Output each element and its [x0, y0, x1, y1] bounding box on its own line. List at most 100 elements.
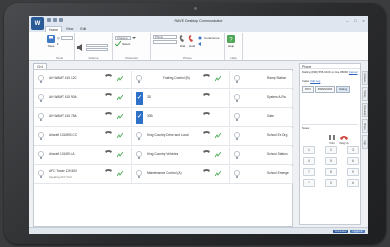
key-4[interactable]: 4	[303, 157, 315, 165]
green-signal-icon[interactable]	[117, 133, 123, 139]
speaker-icon[interactable]	[77, 43, 84, 51]
handset-icon[interactable]	[105, 93, 112, 99]
key-2[interactable]: 2	[325, 146, 337, 154]
tab-view[interactable]: View	[63, 26, 76, 32]
minimize-icon[interactable]: –	[345, 18, 350, 23]
channel-cell[interactable]: Gate	[231, 109, 293, 126]
handset-icon[interactable]	[105, 150, 112, 156]
ribbon: Save ◎ ▾ Tools Volume Channel Select Cha…	[29, 32, 368, 61]
handset-icon[interactable]	[203, 74, 210, 80]
lightbulb-icon	[38, 113, 44, 121]
maximize-icon[interactable]: □	[353, 18, 358, 23]
transfer-button[interactable]	[198, 41, 220, 46]
key-0[interactable]: 0	[325, 179, 337, 187]
filter-icon[interactable]: ▾	[57, 42, 59, 46]
search-icon[interactable]: ◎	[57, 36, 60, 40]
side-tab[interactable]: Help	[362, 135, 368, 149]
save-button[interactable]: Save	[47, 35, 55, 48]
tab-home[interactable]: Home	[45, 26, 63, 32]
channel-cell[interactable]: King Country Vehicles	[133, 147, 230, 164]
line-select[interactable]	[153, 40, 177, 44]
channel-cell[interactable]: Fueling Control (B)	[133, 71, 230, 88]
channel-cell[interactable]: King Country Drive and Local	[133, 128, 230, 145]
help-icon: ?	[227, 35, 235, 43]
key-3[interactable]: 3	[347, 146, 359, 154]
dial-button[interactable]: Dial	[179, 35, 186, 48]
cancel-link[interactable]: Cancel	[349, 70, 358, 74]
green-signal-icon[interactable]	[117, 76, 123, 82]
balance-slider[interactable]	[86, 47, 108, 51]
dialing-button[interactable]: Dialing	[336, 86, 351, 93]
green-check-icon[interactable]	[115, 41, 121, 46]
search-input[interactable]	[60, 35, 73, 40]
app-menu-button[interactable]: W	[31, 17, 44, 30]
hold-button[interactable]: Hold	[188, 35, 196, 48]
green-signal-icon[interactable]	[215, 76, 221, 82]
channel-cell[interactable]: Ramp Station	[231, 71, 293, 88]
key-6[interactable]: 6	[347, 157, 359, 165]
channel-grid: AH WAMT 415 12C Fueling Control (B) Ramp…	[33, 69, 294, 227]
channel-cell[interactable]: School Station	[231, 147, 293, 164]
handset-icon[interactable]	[105, 112, 112, 118]
check-icon[interactable]: ✓	[136, 92, 143, 105]
tab-edit[interactable]: Edit	[77, 26, 89, 32]
key-5[interactable]: 5	[325, 157, 337, 165]
call-log-link[interactable]: Call Log	[310, 79, 320, 83]
green-signal-icon[interactable]	[117, 95, 123, 101]
phone-number-input[interactable]: Phone	[153, 35, 177, 39]
handset-icon[interactable]	[203, 131, 210, 137]
key-hash[interactable]: #	[347, 179, 359, 187]
side-tab[interactable]: History	[362, 87, 368, 101]
hold-call-button[interactable]: Hold	[328, 134, 336, 145]
channel-cell[interactable]: AH WAMT 415 90A	[35, 90, 132, 107]
channel-cell[interactable]: Aircraft 131/893 CC	[35, 128, 132, 145]
green-signal-icon[interactable]	[117, 114, 123, 120]
channel-cell-selected[interactable]: ✓ 3D	[133, 90, 230, 107]
key-star[interactable]: *	[303, 179, 315, 187]
lightbulb-icon	[38, 75, 44, 83]
key-9[interactable]: 9	[347, 168, 359, 176]
handset-icon[interactable]	[203, 150, 210, 156]
check-icon[interactable]: ✓	[136, 111, 143, 124]
side-tab[interactable]: Phone	[362, 119, 368, 133]
side-tab[interactable]: Voicemail	[362, 103, 368, 117]
channel-select[interactable]: Channel	[115, 35, 131, 40]
green-signal-icon[interactable]	[215, 152, 221, 158]
channel-cell[interactable]: AH WAMT 415 12C	[35, 71, 132, 88]
handset-icon[interactable]	[105, 74, 112, 80]
channel-cell-selected[interactable]: ✓ 30B	[133, 109, 230, 126]
channel-cell[interactable]: System A-Ra	[231, 90, 293, 107]
hangup-button[interactable]: Hang Up	[339, 134, 349, 145]
key-1[interactable]: 1	[303, 146, 315, 154]
side-tabs: Contacts History Voicemail Phone Help	[362, 71, 368, 151]
channel-cell[interactable]: Aircraft 131/89 LA	[35, 147, 132, 164]
help-button[interactable]: ? Help	[227, 35, 235, 48]
line-button[interactable]: 6572	[302, 86, 314, 93]
conference-button[interactable]: Conference	[198, 35, 220, 40]
green-signal-icon[interactable]	[215, 133, 221, 139]
handset-icon[interactable]	[105, 169, 112, 175]
table-row: Aircraft 131/89 LA King Country Vehicles…	[34, 146, 294, 165]
select-button[interactable]: Select	[122, 42, 130, 46]
channel-cell[interactable]: School Ex Drg	[231, 128, 293, 145]
side-tab[interactable]: Contacts	[362, 71, 368, 85]
volume-slider[interactable]	[86, 43, 108, 47]
key-8[interactable]: 8	[325, 168, 337, 176]
green-signal-icon[interactable]	[117, 171, 123, 177]
line-button[interactable]: 6596623300	[314, 86, 336, 93]
handset-icon[interactable]	[203, 93, 210, 99]
handset-icon[interactable]	[203, 112, 210, 118]
channel-cell[interactable]: AH WAMT 415 78A	[35, 109, 132, 126]
key-7[interactable]: 7	[303, 168, 315, 176]
channel-cell[interactable]: Maintenance Control (A)	[133, 166, 230, 183]
close-icon[interactable]: ×	[361, 18, 366, 23]
handset-icon[interactable]	[105, 131, 112, 137]
transfer-icon	[198, 41, 201, 46]
green-signal-icon[interactable]	[117, 152, 123, 158]
lightbulb-icon	[136, 170, 142, 178]
handset-icon[interactable]	[203, 169, 210, 175]
green-signal-icon[interactable]	[215, 171, 221, 177]
channel-cell[interactable]: AFC Tower 119.500 Speaking AFC Tunit	[35, 166, 132, 183]
channel-cell[interactable]: School Emerge	[231, 166, 293, 183]
chevron-down-icon[interactable]	[132, 36, 136, 40]
